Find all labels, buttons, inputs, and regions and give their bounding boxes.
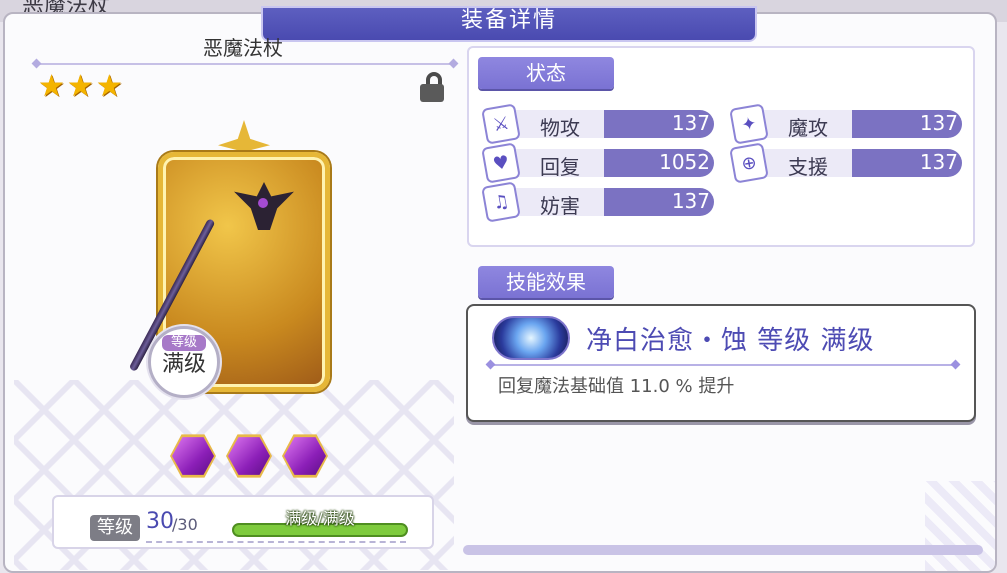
wand-icon: ✦ (729, 103, 769, 145)
gem-slot (170, 434, 216, 478)
exp-progress-text: 满级/满级 (285, 509, 355, 528)
stat-value: 1052 (659, 150, 710, 174)
level-progress-box: 等级 30 /30 满级/满级 (52, 495, 434, 549)
stat-support: ⊕ 支援 137 (729, 142, 962, 184)
bottom-decoration (463, 545, 983, 555)
skill-description: 回复魔法基础值 11.0 % 提升 (498, 376, 735, 397)
stat-name: 回复 (540, 155, 580, 179)
gem-slot (282, 434, 328, 478)
heal-icon: ♥ (481, 142, 521, 184)
gem-slot (226, 434, 272, 478)
level-underline (146, 541, 406, 543)
skill-divider (490, 364, 956, 366)
skill-effect-box: 净白治愈・蚀 等级 满级 回复魔法基础值 11.0 % 提升 (466, 304, 976, 422)
status-tag: 状态 (478, 57, 614, 89)
stat-recovery: ♥ 回复 1052 (481, 142, 714, 184)
lock-body (420, 84, 444, 102)
gem-icon (228, 437, 270, 475)
level-current: 30 (146, 509, 174, 534)
stat-value: 137 (919, 150, 958, 174)
stat-name: 魔攻 (788, 116, 828, 140)
stat-value: 137 (671, 189, 710, 213)
stat-value: 137 (671, 111, 710, 135)
stat-debuff: ♫ 妨害 137 (481, 181, 714, 223)
level-max: /30 (172, 515, 198, 534)
stat-physical-attack: ⚔ 物攻 137 (481, 103, 714, 145)
star-icon: ★ (38, 69, 65, 104)
gem-icon (172, 437, 214, 475)
sword-icon: ⚔ (481, 103, 521, 145)
level-badge-value: 满级 (161, 352, 206, 377)
stat-name: 支援 (788, 155, 828, 179)
name-divider (36, 63, 454, 65)
debuff-icon: ♫ (481, 181, 521, 223)
star-icon: ★ (95, 69, 123, 104)
lock-icon[interactable] (418, 72, 446, 102)
skill-title: 净白治愈・蚀 等级 满级 (586, 326, 875, 356)
skill-icon (492, 316, 570, 360)
gem-slots (170, 433, 328, 479)
stat-name: 物攻 (540, 116, 580, 140)
stat-magic-attack: ✦ 魔攻 137 (729, 103, 962, 145)
rarity-stars: ★ ★ ★ (38, 72, 123, 102)
item-name: 恶魔法杖 (203, 36, 283, 60)
support-icon: ⊕ (729, 142, 769, 184)
stat-value: 137 (919, 111, 958, 135)
level-badge: 等级 满级 (148, 326, 220, 398)
star-icon: ★ (66, 69, 94, 104)
staff-gem-icon (258, 198, 268, 208)
stat-name: 妨害 (540, 194, 580, 218)
level-label: 等级 (90, 515, 140, 541)
skill-tag: 技能效果 (478, 266, 614, 298)
gem-icon (284, 437, 326, 475)
level-badge-label: 等级 (162, 335, 206, 351)
